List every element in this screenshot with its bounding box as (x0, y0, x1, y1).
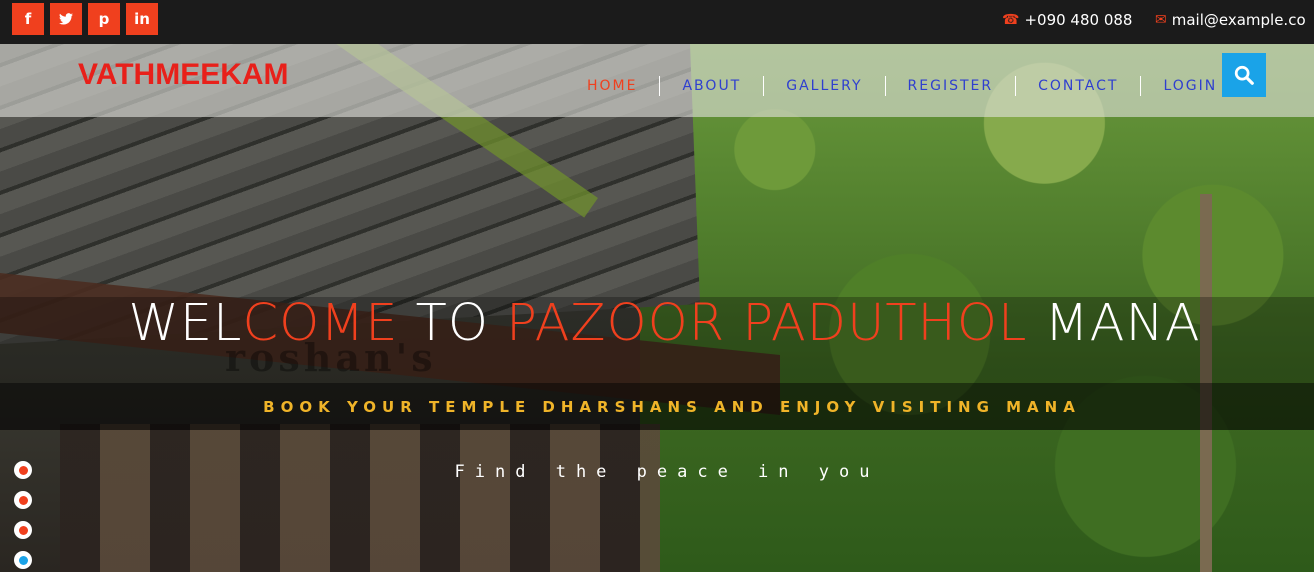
tagline-band: BOOK YOUR TEMPLE DHARSHANS AND ENJOY VIS… (0, 383, 1314, 430)
nav-gallery[interactable]: GALLERY (764, 78, 884, 94)
phone-number: +090 480 088 (1024, 11, 1133, 29)
facebook-icon[interactable]: f (12, 3, 44, 35)
nav-contact[interactable]: CONTACT (1016, 78, 1140, 94)
slide-dot-1[interactable] (14, 461, 32, 479)
linkedin-icon[interactable]: in (126, 3, 158, 35)
phone-contact[interactable]: ☎ +090 480 088 (1002, 11, 1132, 29)
nav-about[interactable]: ABOUT (660, 78, 763, 94)
phone-icon: ☎ (1002, 12, 1020, 28)
slider-dots (14, 461, 32, 569)
nav-home[interactable]: HOME (565, 78, 659, 94)
social-links: f p in (12, 3, 158, 35)
search-icon (1234, 65, 1254, 85)
main-navbar: VATHMEEKAM HOME ABOUT GALLERY REGISTER C… (0, 44, 1314, 117)
nav-menu: HOME ABOUT GALLERY REGISTER CONTACT LOGI… (565, 76, 1239, 96)
twitter-icon[interactable] (50, 3, 82, 35)
watermark-text: roshan's (225, 335, 437, 380)
email-contact[interactable]: ✉ mail@example.co (1155, 11, 1306, 29)
nav-register[interactable]: REGISTER (886, 78, 1016, 94)
slide-dot-2[interactable] (14, 491, 32, 509)
slide-dot-4[interactable] (14, 551, 32, 569)
pinterest-icon[interactable]: p (88, 3, 120, 35)
title-part-accent: PAZOOR PADUTHOL (506, 294, 1028, 353)
temple-pillars-image (60, 424, 660, 572)
email-address: mail@example.co (1171, 11, 1306, 29)
search-button[interactable] (1222, 53, 1266, 97)
top-bar: f p in ☎ +090 480 088 ✉ mail@example.co (0, 0, 1314, 44)
welcome-heading: WELCOME TO PAZOOR PADUTHOL MANA roshan's (0, 297, 1314, 383)
hero-tagline: BOOK YOUR TEMPLE DHARSHANS AND ENJOY VIS… (263, 397, 1081, 416)
site-logo[interactable]: VATHMEEKAM (78, 58, 289, 92)
hero-subtitle: Find the peace in you (454, 462, 880, 482)
title-part: MANA (1027, 294, 1201, 353)
slide-dot-3[interactable] (14, 521, 32, 539)
envelope-icon: ✉ (1155, 12, 1167, 28)
